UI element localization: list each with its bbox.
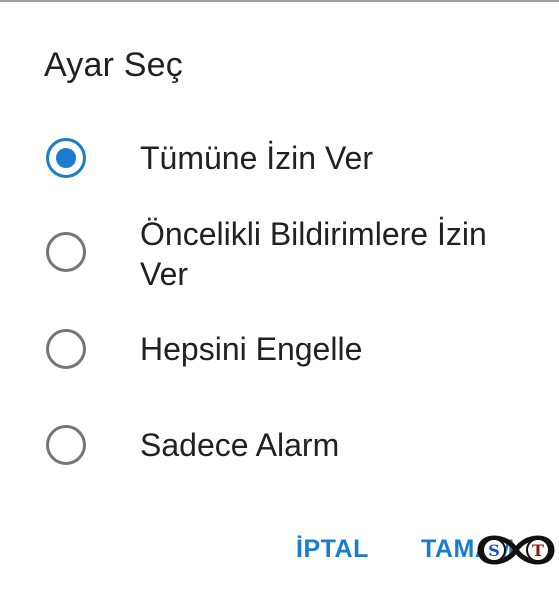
radio-button-checked-icon[interactable] [46, 138, 86, 178]
option-block-all[interactable]: Hepsini Engelle [0, 327, 559, 371]
option-label: Öncelikli Bildirimlere İzin Ver [140, 216, 487, 292]
watermark-letter-t: T [532, 541, 544, 560]
infinity-logo-icon: S T [477, 535, 555, 565]
radio-button-unchecked-icon[interactable] [46, 232, 86, 272]
top-divider [0, 0, 559, 2]
radio-button-unchecked-icon[interactable] [46, 425, 86, 465]
radio-button-unchecked-icon[interactable] [46, 329, 86, 369]
watermark-letter-s: S [488, 541, 500, 560]
option-alarms-only[interactable]: Sadece Alarm [0, 423, 559, 467]
option-label: Sadece Alarm [140, 427, 340, 463]
option-label: Hepsini Engelle [140, 331, 363, 367]
dialog-title: Ayar Seç [44, 46, 183, 84]
option-priority-only[interactable]: Öncelikli Bildirimlere İzin Ver [0, 212, 559, 296]
option-label: Tümüne İzin Ver [140, 140, 373, 176]
option-allow-all[interactable]: Tümüne İzin Ver [0, 136, 559, 180]
select-setting-dialog: Ayar Seç Tümüne İzin Ver Öncelikli Bildi… [0, 0, 559, 597]
cancel-button[interactable]: İPTAL [296, 532, 369, 566]
